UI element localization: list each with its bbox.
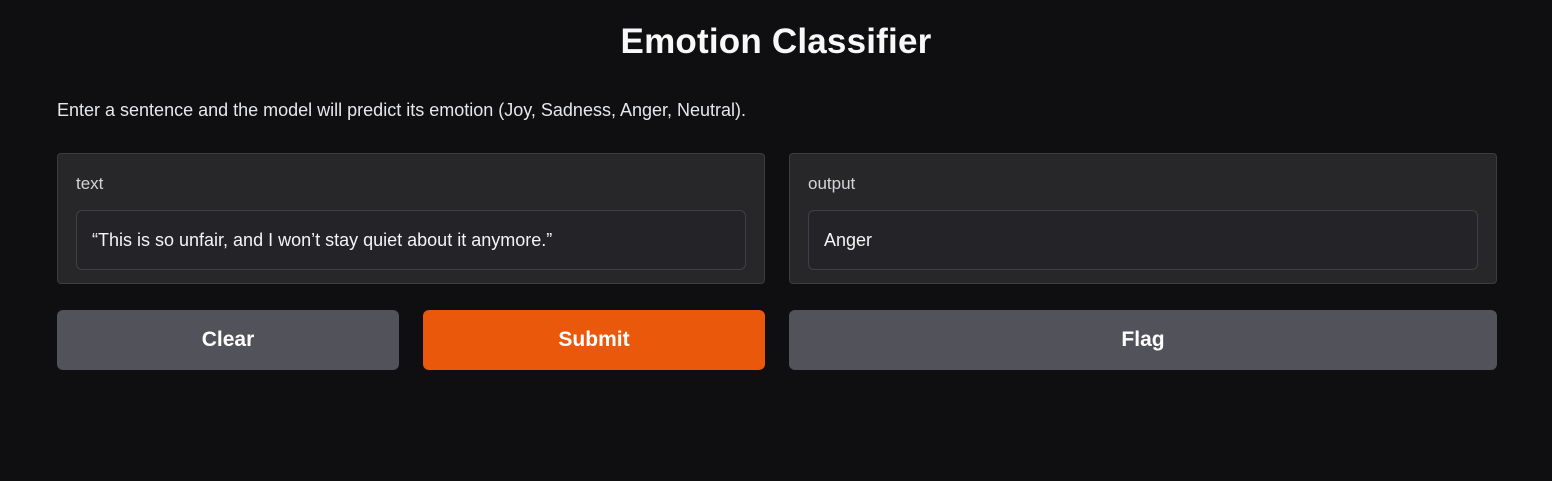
output-field: Anger: [808, 210, 1478, 270]
page-title: Emotion Classifier: [620, 22, 932, 61]
flag-button[interactable]: Flag: [789, 310, 1497, 370]
text-input-panel: text “This is so unfair, and I won’t sta…: [57, 153, 765, 284]
clear-button[interactable]: Clear: [57, 310, 399, 370]
text-input-label: text: [76, 174, 104, 193]
output-label: output: [808, 174, 856, 193]
output-panel: output Anger: [789, 153, 1497, 284]
submit-button[interactable]: Submit: [423, 310, 765, 370]
app-page: Emotion Classifier Enter a sentence and …: [0, 0, 1552, 481]
page-description: Enter a sentence and the model will pred…: [57, 100, 747, 120]
text-input-field[interactable]: “This is so unfair, and I won’t stay qui…: [76, 210, 746, 270]
